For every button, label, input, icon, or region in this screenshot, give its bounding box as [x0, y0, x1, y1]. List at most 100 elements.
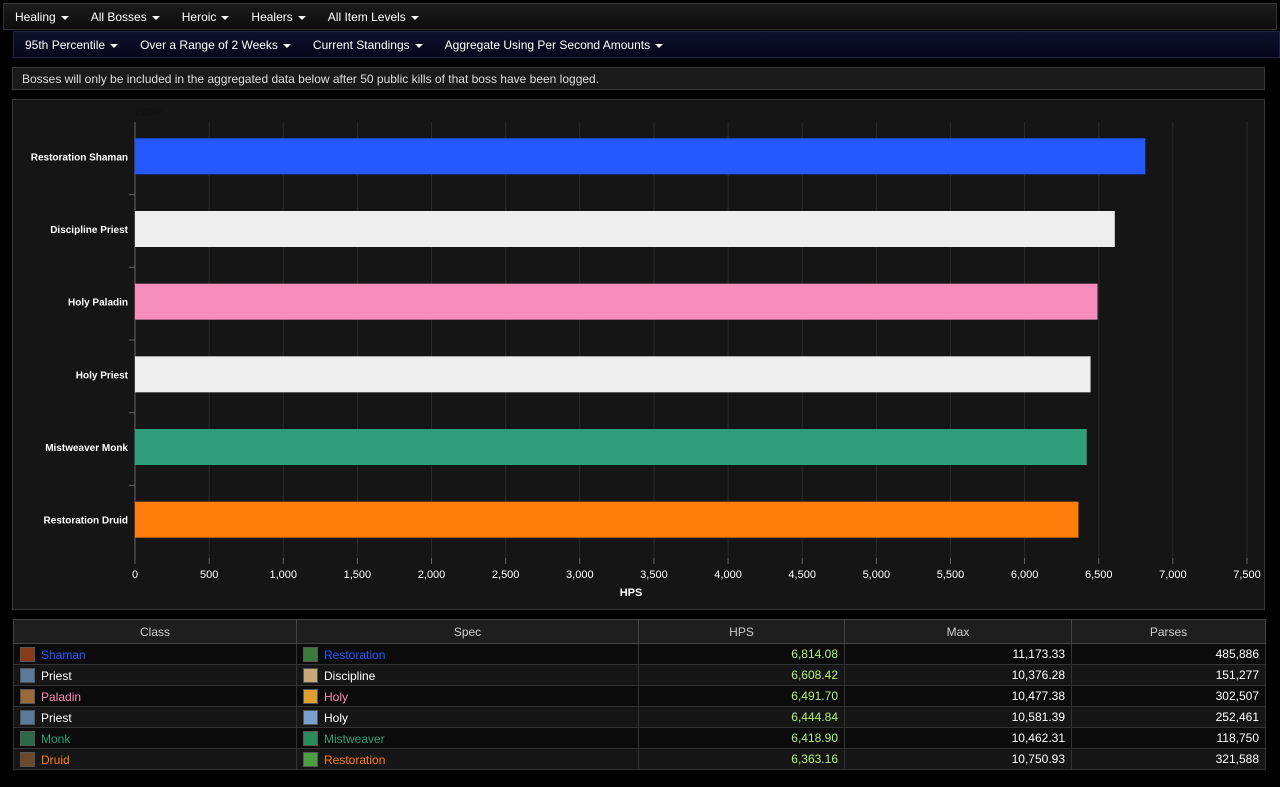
mistweaver-icon: [303, 730, 318, 746]
spec-name[interactable]: Holy: [324, 711, 348, 725]
bar: [135, 283, 1098, 320]
restoration-shaman-icon: [303, 646, 318, 662]
cell-spec: Mistweaver: [296, 727, 639, 749]
x-tick-label: 3,500: [640, 569, 668, 581]
bar: [135, 138, 1146, 175]
y-category-label: Discipline Priest: [50, 225, 128, 236]
spec-name[interactable]: Restoration: [324, 648, 385, 662]
secondary-menu-bar: 95th Percentile Over a Range of 2 Weeks …: [13, 31, 1280, 58]
menu-difficulty-label: Heroic: [181, 9, 217, 24]
y-category-label: Restoration Druid: [44, 516, 128, 527]
menu-role[interactable]: Healers: [240, 10, 316, 24]
x-axis-title: HPS: [620, 587, 643, 599]
x-tick-label: 5,000: [863, 569, 891, 581]
cell-parses: 252,461: [1071, 706, 1266, 728]
class-name[interactable]: Shaman: [41, 648, 86, 662]
class-name[interactable]: Paladin: [41, 690, 81, 704]
cell-class: Priest: [13, 706, 297, 728]
hps-bar-chart: Zoom 0 500 1,000 1,500 2,000 2,500 3,000 3,500 4…: [12, 99, 1265, 610]
x-tick-label: 2,500: [492, 569, 520, 581]
caret-down-icon: [655, 43, 664, 48]
cell-parses: 151,277: [1071, 664, 1266, 686]
x-tick-label: 1,500: [344, 569, 372, 581]
x-tick-label: 7,500: [1233, 569, 1261, 581]
cell-max: 10,750.93: [844, 748, 1072, 770]
menu-bosses-label: All Bosses: [90, 9, 147, 24]
y-category-label: Holy Paladin: [68, 298, 128, 309]
druid-icon: [20, 751, 35, 767]
paladin-icon: [20, 688, 35, 704]
caret-down-icon: [282, 43, 291, 48]
class-name[interactable]: Druid: [41, 753, 70, 767]
cell-class: Druid: [13, 748, 297, 770]
cell-spec: Restoration: [296, 748, 639, 770]
cell-hps: 6,444.84: [638, 706, 845, 728]
x-tick-label: 1,000: [270, 569, 298, 581]
holy-priest-icon: [303, 709, 318, 725]
spec-name[interactable]: Restoration: [324, 753, 385, 767]
x-tick-label: 6,000: [1011, 569, 1039, 581]
priest-icon: [20, 667, 35, 683]
menu-item-level[interactable]: All Item Levels: [317, 10, 430, 24]
table-row[interactable]: Monk Mistweaver 6,418.90 10,462.31 118,750: [13, 727, 1266, 749]
table-row[interactable]: Priest Holy 6,444.84 10,581.39 252,461: [13, 706, 1266, 728]
col-header-parses[interactable]: Parses: [1071, 619, 1266, 644]
notice-banner: Bosses will only be included in the aggr…: [12, 67, 1265, 90]
class-name[interactable]: Priest: [41, 711, 72, 725]
class-name[interactable]: Priest: [41, 669, 72, 683]
caret-down-icon: [297, 15, 306, 20]
menu-percentile-label: 95th Percentile: [25, 37, 106, 52]
cell-hps: 6,418.90: [638, 727, 845, 749]
spec-name[interactable]: Discipline: [324, 669, 375, 683]
bar: [135, 501, 1079, 538]
menu-difficulty[interactable]: Heroic: [171, 10, 241, 24]
caret-down-icon: [414, 43, 423, 48]
monk-icon: [20, 730, 35, 746]
priest-icon: [20, 709, 35, 725]
menu-time-range[interactable]: Over a Range of 2 Weeks: [129, 38, 302, 52]
menu-aggregate[interactable]: Aggregate Using Per Second Amounts: [434, 38, 674, 52]
cell-parses: 321,588: [1071, 748, 1266, 770]
table-body: Shaman Restoration 6,814.08 11,173.33 485,88…: [13, 643, 1266, 770]
x-tick-label: 4,000: [714, 569, 742, 581]
menu-item-level-label: All Item Levels: [327, 9, 406, 24]
cell-max: 10,477.38: [844, 685, 1072, 707]
class-name[interactable]: Monk: [41, 732, 70, 746]
cell-hps: 6,491.70: [638, 685, 845, 707]
table-row[interactable]: Priest Discipline 6,608.42 10,376.28 151,277: [13, 664, 1266, 686]
cell-hps: 6,608.42: [638, 664, 845, 686]
menu-standings[interactable]: Current Standings: [302, 38, 434, 52]
col-header-hps[interactable]: HPS: [638, 619, 845, 644]
cell-class: Monk: [13, 727, 297, 749]
shaman-icon: [20, 646, 35, 662]
x-tick-label: 5,500: [937, 569, 965, 581]
x-tick-label: 7,000: [1159, 569, 1187, 581]
x-tick-label: 6,500: [1085, 569, 1113, 581]
cell-max: 11,173.33: [844, 643, 1072, 665]
table-row[interactable]: Paladin Holy 6,491.70 10,477.38 302,507: [13, 685, 1266, 707]
table-row[interactable]: Druid Restoration 6,363.16 10,750.93 321,588: [13, 748, 1266, 770]
holy-paladin-icon: [303, 688, 318, 704]
cell-class: Shaman: [13, 643, 297, 665]
spec-name[interactable]: Holy: [324, 690, 348, 704]
menu-aggregate-label: Aggregate Using Per Second Amounts: [444, 37, 651, 52]
caret-down-icon: [151, 15, 160, 20]
caret-down-icon: [221, 15, 230, 20]
menu-metric[interactable]: Healing: [4, 10, 80, 24]
cell-parses: 302,507: [1071, 685, 1266, 707]
col-header-max[interactable]: Max: [844, 619, 1072, 644]
table-row[interactable]: Shaman Restoration 6,814.08 11,173.33 485,88…: [13, 643, 1266, 665]
y-category-label: Mistweaver Monk: [45, 443, 128, 454]
cell-max: 10,376.28: [844, 664, 1072, 686]
x-tick-label: 2,000: [418, 569, 446, 581]
menu-percentile[interactable]: 95th Percentile: [14, 38, 129, 52]
x-tick-label: 500: [200, 569, 218, 581]
cell-hps: 6,814.08: [638, 643, 845, 665]
cell-max: 10,581.39: [844, 706, 1072, 728]
col-header-spec[interactable]: Spec: [296, 619, 639, 644]
spec-name[interactable]: Mistweaver: [324, 732, 385, 746]
col-header-class[interactable]: Class: [13, 619, 297, 644]
cell-class: Priest: [13, 664, 297, 686]
caret-down-icon: [60, 15, 69, 20]
menu-bosses[interactable]: All Bosses: [80, 10, 171, 24]
